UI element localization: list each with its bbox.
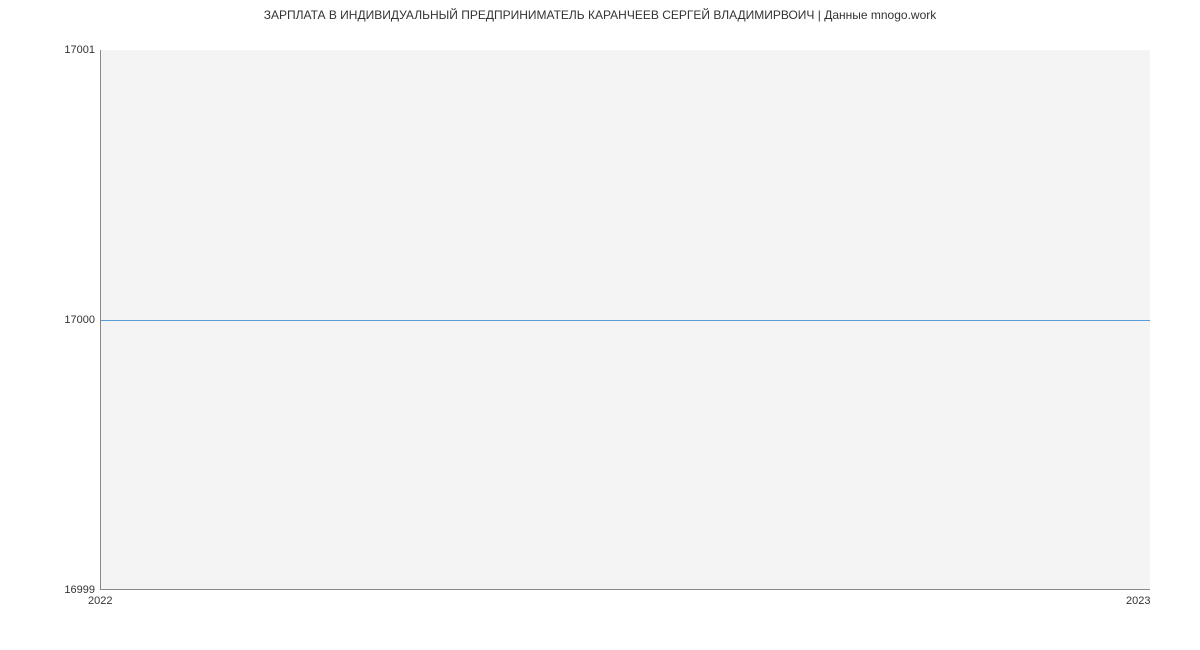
x-tick-label: 2022 [88, 595, 112, 607]
plot-area [100, 50, 1150, 590]
y-tick-label: 17000 [45, 314, 95, 326]
x-tick-label: 2023 [1126, 595, 1150, 607]
y-tick-label: 17001 [45, 44, 95, 56]
data-series-line [101, 320, 1150, 321]
chart-title: ЗАРПЛАТА В ИНДИВИДУАЛЬНЫЙ ПРЕДПРИНИМАТЕЛ… [0, 8, 1200, 22]
